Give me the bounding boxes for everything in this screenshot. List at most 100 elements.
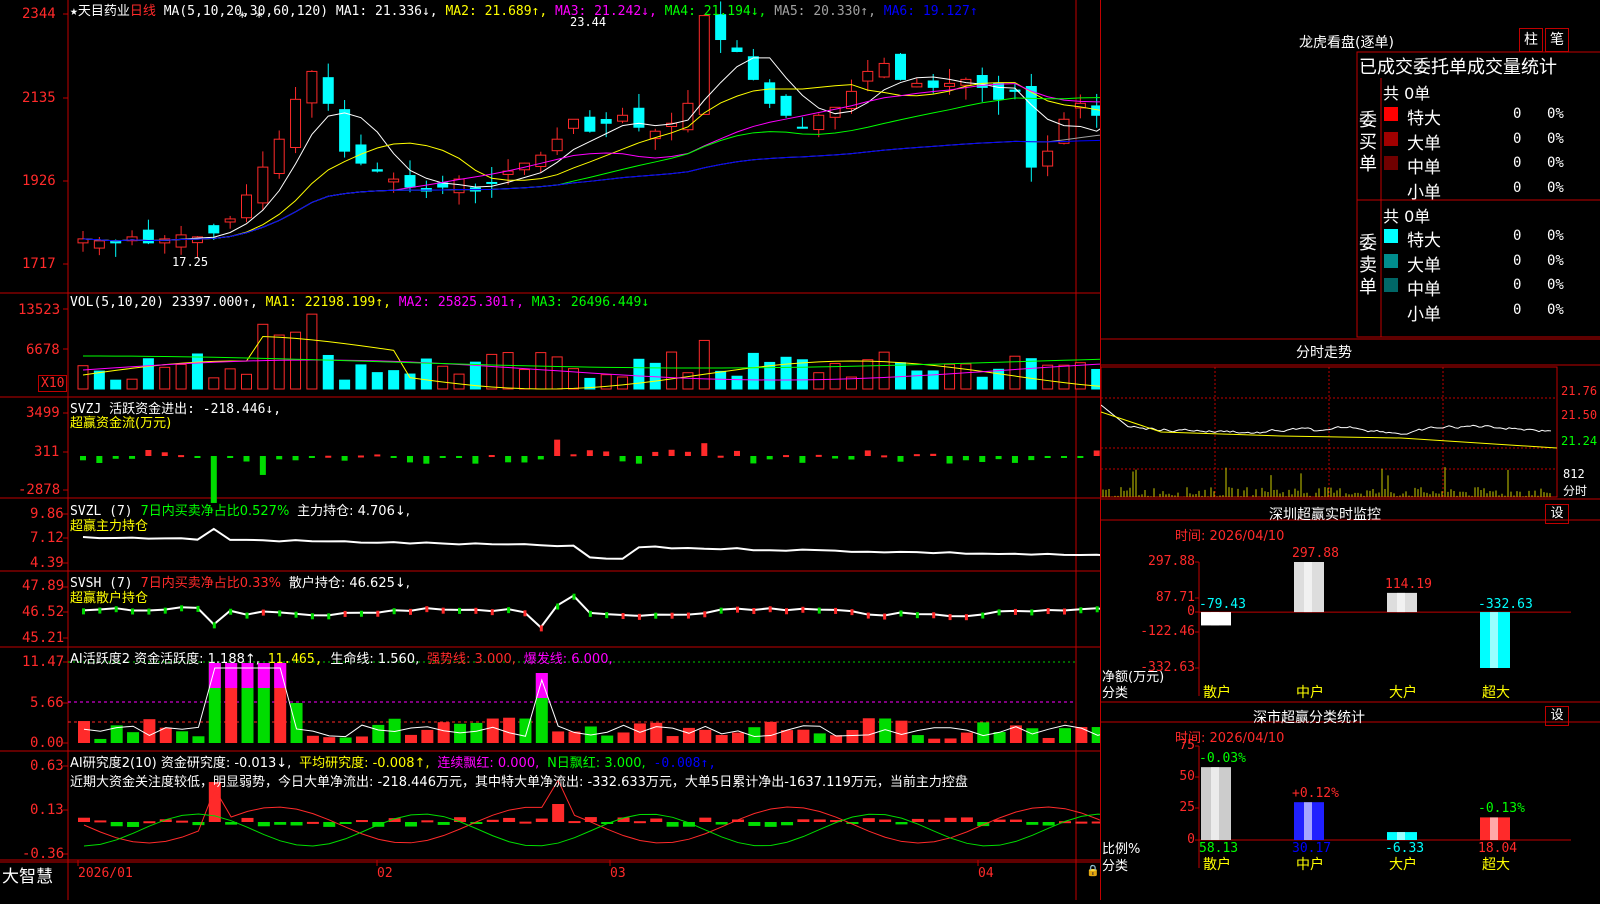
- side-canvas: [1101, 51, 1600, 868]
- money-flow-bar: [1011, 456, 1018, 463]
- sz-monitor-title: 深圳超赢实时监控: [1269, 507, 1381, 523]
- money-flow-bar: [112, 456, 119, 459]
- period-label[interactable]: 日线: [130, 4, 156, 19]
- activity-bar: [682, 727, 695, 743]
- sz-monitor-settings-button[interactable]: 设: [1545, 504, 1569, 524]
- ma-line-120: [82, 127, 1310, 242]
- research-bar: [127, 822, 140, 827]
- activity-bar: [127, 732, 140, 743]
- activity-bar: [650, 722, 663, 743]
- retail-marker: [343, 610, 347, 617]
- sell-row-label: 小单: [1407, 304, 1441, 325]
- money-flow-bar: [913, 454, 920, 457]
- chart-category-label: 散户: [1203, 685, 1231, 701]
- retail-marker: [490, 609, 494, 616]
- activity-bar: [552, 731, 565, 743]
- chart-bar-shine: [1490, 817, 1498, 840]
- buy-row-count: 0: [1513, 106, 1522, 122]
- candle-body: [944, 82, 956, 87]
- sell-row-count: 0: [1513, 301, 1522, 318]
- ma6-value: MA6: 19.127↑: [883, 4, 978, 19]
- activity-bar: [699, 729, 712, 743]
- retail-marker: [212, 622, 216, 629]
- sz-class-settings-button[interactable]: 设: [1545, 706, 1569, 726]
- research-bar: [1009, 819, 1022, 822]
- retail-marker: [539, 625, 543, 632]
- research-bar: [535, 818, 548, 822]
- intraday-title[interactable]: 分时走势: [1296, 342, 1352, 362]
- lock-icon[interactable]: 🔒: [1086, 864, 1100, 877]
- money-flow-bar: [635, 456, 642, 464]
- retail-marker: [229, 608, 233, 615]
- research-bar: [797, 819, 810, 822]
- buy-row-color-swatch: [1384, 180, 1398, 195]
- activity-bar: [666, 736, 679, 743]
- money-flow-bar: [308, 456, 315, 458]
- candle-body: [224, 218, 236, 223]
- research-bar: [110, 822, 123, 827]
- buy-row-percent: 0%: [1547, 155, 1564, 171]
- money-flow-bar: [472, 456, 479, 464]
- y-tick: 7.12: [30, 530, 64, 546]
- volume-bar: [355, 364, 367, 390]
- volume-bar: [551, 356, 563, 390]
- volume-bar: [682, 372, 694, 390]
- ai-active-title: AI活跃度2 资金活跃度: 1.188↑,: [70, 652, 260, 667]
- y-tick: 11.47: [22, 654, 65, 670]
- volume-bar: [191, 353, 203, 390]
- candle-body: [453, 178, 465, 194]
- ai-active-v2: 11.465,: [267, 652, 323, 667]
- research-bar: [650, 818, 663, 822]
- chart-bar-shine: [1304, 802, 1312, 840]
- money-flow-bar: [161, 452, 168, 456]
- retail-marker: [196, 605, 200, 612]
- research-bar: [1075, 821, 1088, 824]
- chart-bar-shine: [1397, 592, 1405, 613]
- activity-bar: [960, 732, 973, 743]
- bar-mode-button[interactable]: 柱: [1519, 28, 1543, 52]
- sell-side-label: 委卖单: [1359, 233, 1377, 298]
- chart-value-label: 30.17: [1292, 841, 1332, 856]
- candle-body: [796, 126, 808, 129]
- y-tick: -2878: [18, 482, 61, 498]
- volume-bar: [1025, 358, 1037, 390]
- stock-name[interactable]: 天目药业: [78, 4, 130, 19]
- retail-marker: [441, 607, 445, 614]
- activity-bar: [715, 734, 728, 743]
- research-bar: [715, 822, 728, 825]
- dragon-title: 龙虎看盘(逐单): [1299, 35, 1394, 51]
- chart-area[interactable]: ★天目药业日线 MA(5,10,20,30,60,120) MA1: 21.33…: [0, 0, 1317, 900]
- ai-active-header: AI活跃度2 资金活跃度: 1.188↑, 11.465, 生命线: 1.560…: [70, 648, 613, 667]
- volume-bar: [829, 362, 841, 390]
- volume-bar: [666, 351, 678, 390]
- candle-body: [911, 82, 923, 88]
- volume-bar: [960, 363, 972, 390]
- x-label-feb: 02: [377, 866, 393, 881]
- volume-bar: [747, 352, 759, 390]
- chart-bar-shine: [1490, 612, 1498, 668]
- volume-bar: [878, 351, 890, 390]
- candle-body: [600, 118, 612, 124]
- y-tick: 5.66: [30, 695, 64, 711]
- tick-mode-button[interactable]: 笔: [1545, 28, 1569, 52]
- sell-row-percent: 0%: [1547, 228, 1564, 244]
- activity-bar: [78, 721, 90, 743]
- research-bar: [552, 804, 565, 822]
- candle-body: [404, 175, 416, 188]
- dragon-tabs[interactable]: 已成交委托单成交量统计: [1359, 53, 1557, 79]
- candle-body: [388, 178, 400, 183]
- retail-marker: [1046, 608, 1050, 615]
- candle-body: [322, 77, 334, 104]
- retail-marker: [588, 610, 592, 617]
- money-flow-bar: [357, 455, 364, 458]
- retail-marker: [899, 610, 903, 617]
- candle-body: [306, 70, 318, 104]
- retail-marker: [768, 606, 772, 613]
- high-price-label: 23.44: [570, 15, 607, 29]
- research-bar: [1026, 822, 1039, 825]
- chart-category-label: 中户: [1296, 857, 1324, 873]
- research-bar: [879, 819, 892, 822]
- activity-bar: [993, 732, 1006, 743]
- volume-bar: [175, 363, 187, 390]
- ma-line-20: [82, 83, 1310, 242]
